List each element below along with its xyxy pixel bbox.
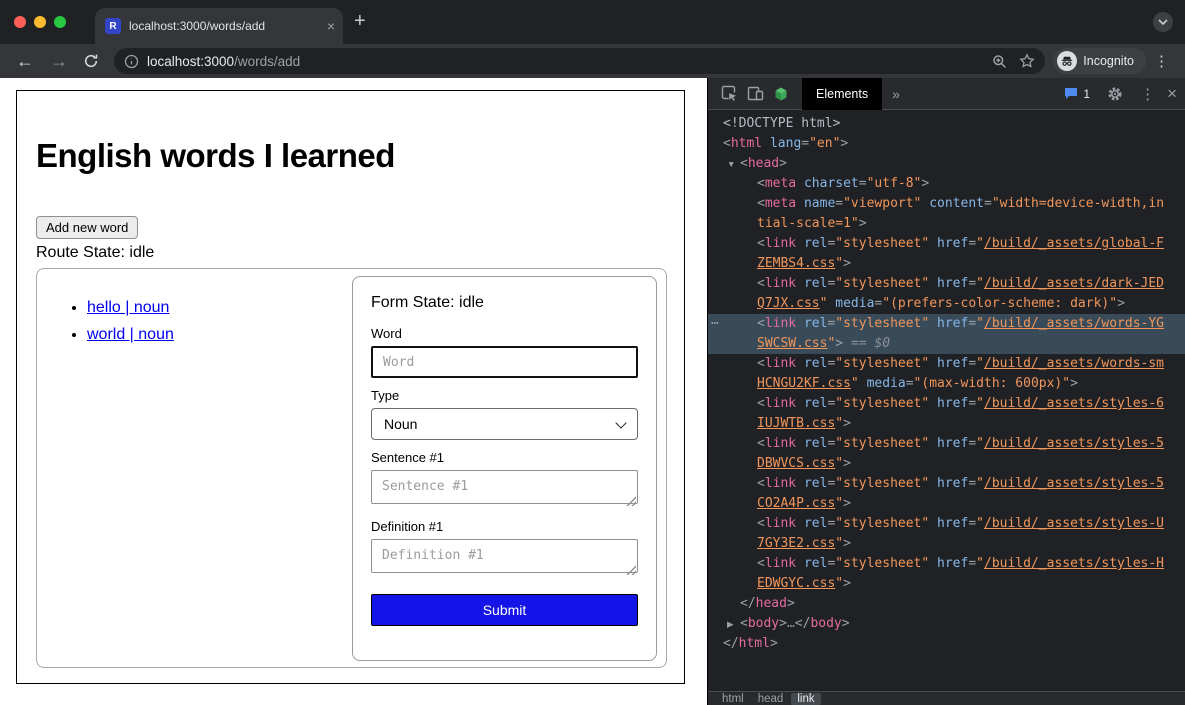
- tab-elements[interactable]: Elements: [802, 78, 882, 110]
- type-label: Type: [371, 388, 638, 403]
- sentence-label: Sentence #1: [371, 450, 638, 465]
- forward-button[interactable]: →: [50, 44, 68, 78]
- word-link[interactable]: world | noun: [87, 326, 174, 343]
- expand-node-icon[interactable]: ▶: [727, 614, 734, 634]
- add-word-form: Form State: idle Word Type Noun Sentence…: [352, 276, 657, 661]
- page-title: English words I learned: [36, 137, 395, 175]
- bookmark-star-icon[interactable]: [1019, 53, 1035, 69]
- code-line[interactable]: <link rel="stylesheet" href="/build/_ass…: [708, 554, 1185, 574]
- url-host: localhost:3000: [147, 54, 234, 69]
- issues-counter[interactable]: 1: [1064, 87, 1090, 101]
- zoom-icon[interactable]: [992, 54, 1007, 69]
- code-line[interactable]: <link rel="stylesheet" href="/build/_ass…: [708, 354, 1185, 374]
- issues-bubble-icon: [1064, 87, 1078, 100]
- node-menu-icon[interactable]: ⋯: [711, 314, 719, 334]
- code-line[interactable]: CO2A4P.css">: [708, 494, 1185, 514]
- window-controls: [14, 16, 66, 28]
- back-button[interactable]: ←: [16, 44, 34, 78]
- code-line[interactable]: ZEMBS4.css">: [708, 254, 1185, 274]
- devtools-close-icon[interactable]: ×: [1167, 85, 1177, 102]
- code-line[interactable]: 7GY3E2.css">: [708, 534, 1185, 554]
- code-line[interactable]: ▼<head>: [708, 154, 1185, 174]
- form-state-text: Form State: idle: [371, 294, 638, 312]
- app-container: English words I learned Add new word Rou…: [16, 90, 685, 684]
- tab-search-chevron-icon[interactable]: [1153, 12, 1173, 32]
- devtools-menu-icon[interactable]: ⋮: [1140, 85, 1155, 103]
- code-line[interactable]: <link rel="stylesheet" href="/build/_ass…: [708, 234, 1185, 254]
- word-input[interactable]: [371, 346, 638, 378]
- inspect-element-icon[interactable]: [716, 81, 742, 107]
- code-line[interactable]: <link rel="stylesheet" href="/build/_ass…: [708, 434, 1185, 454]
- new-tab-button[interactable]: +: [354, 11, 366, 31]
- code-line[interactable]: ⋯<link rel="stylesheet" href="/build/_as…: [708, 314, 1185, 334]
- add-new-word-button[interactable]: Add new word: [36, 216, 138, 239]
- submit-button[interactable]: Submit: [371, 594, 638, 626]
- word-label: Word: [371, 326, 638, 341]
- collapse-node-icon[interactable]: ▼: [727, 154, 735, 174]
- browser-menu-icon[interactable]: ⋮: [1154, 52, 1169, 70]
- tab-favicon-icon: R: [105, 18, 121, 34]
- word-list: hello | noun world | noun: [61, 299, 174, 353]
- minimize-window-button[interactable]: [34, 16, 46, 28]
- browser-toolbar: ← → localhost:3000/words/add Incognito ⋮: [0, 44, 1185, 78]
- url-path: /words/add: [234, 54, 300, 69]
- devtools-toolbar: Elements » 1 ⋮ ×: [708, 78, 1185, 110]
- breadcrumb-item[interactable]: link: [791, 693, 820, 705]
- breadcrumb-item[interactable]: head: [752, 693, 790, 705]
- browser-tab[interactable]: R localhost:3000/words/add ×: [95, 8, 343, 44]
- code-line[interactable]: HCNGU2KF.css" media="(max-width: 600px)"…: [708, 374, 1185, 394]
- code-line[interactable]: <link rel="stylesheet" href="/build/_ass…: [708, 394, 1185, 414]
- code-line[interactable]: IUJWTB.css">: [708, 414, 1185, 434]
- incognito-label: Incognito: [1083, 54, 1134, 68]
- close-window-button[interactable]: [14, 16, 26, 28]
- definition-textarea-wrap: [371, 539, 638, 578]
- code-line[interactable]: tial-scale=1">: [708, 214, 1185, 234]
- device-toolbar-icon[interactable]: [742, 81, 768, 107]
- titlebar: R localhost:3000/words/add × +: [0, 0, 1185, 44]
- code-line[interactable]: </html>: [708, 634, 1185, 654]
- code-line[interactable]: <html lang="en">: [708, 134, 1185, 154]
- tab-close-icon[interactable]: ×: [327, 18, 335, 34]
- type-select-wrap: Noun: [371, 408, 638, 440]
- incognito-badge: Incognito: [1053, 48, 1146, 74]
- address-bar[interactable]: localhost:3000/words/add: [114, 48, 1045, 74]
- code-line[interactable]: <meta name="viewport" content="width=dev…: [708, 194, 1185, 214]
- devtools-breadcrumbs: htmlheadlink: [708, 691, 1185, 705]
- sentence-textarea-wrap: [371, 470, 638, 509]
- code-line[interactable]: Q7JX.css" media="(prefers-color-scheme: …: [708, 294, 1185, 314]
- tab-title: localhost:3000/words/add: [129, 19, 321, 33]
- code-line[interactable]: </head>: [708, 594, 1185, 614]
- code-line[interactable]: ▶<body>…</body>: [708, 614, 1185, 634]
- code-line[interactable]: <link rel="stylesheet" href="/build/_ass…: [708, 514, 1185, 534]
- reload-button[interactable]: [83, 53, 99, 69]
- site-info-icon[interactable]: [124, 54, 139, 69]
- extension-cube-icon[interactable]: [768, 81, 794, 107]
- browser-window: R localhost:3000/words/add × + ← → local…: [0, 0, 1185, 705]
- route-state-text: Route State: idle: [36, 244, 154, 262]
- fullscreen-window-button[interactable]: [54, 16, 66, 28]
- code-line[interactable]: <link rel="stylesheet" href="/build/_ass…: [708, 474, 1185, 494]
- word-link[interactable]: hello | noun: [87, 299, 169, 316]
- definition-textarea[interactable]: [371, 539, 638, 573]
- page-content: English words I learned Add new word Rou…: [0, 78, 707, 705]
- definition-label: Definition #1: [371, 519, 638, 534]
- code-line[interactable]: <meta charset="utf-8">: [708, 174, 1185, 194]
- sentence-textarea[interactable]: [371, 470, 638, 504]
- words-card: hello | noun world | noun Form State: idl…: [36, 268, 667, 668]
- breadcrumb-item[interactable]: html: [716, 693, 750, 705]
- issues-count: 1: [1083, 87, 1090, 101]
- word-list-item: world | noun: [87, 326, 174, 344]
- code-line[interactable]: <link rel="stylesheet" href="/build/_ass…: [708, 274, 1185, 294]
- settings-gear-icon[interactable]: [1102, 81, 1128, 107]
- code-line[interactable]: SWCSW.css"> == $0: [708, 334, 1185, 354]
- code-line[interactable]: DBWVCS.css">: [708, 454, 1185, 474]
- code-line[interactable]: <!DOCTYPE html>: [708, 114, 1185, 134]
- incognito-icon: [1057, 51, 1077, 71]
- type-select[interactable]: Noun: [371, 408, 638, 440]
- code-line[interactable]: EDWGYC.css">: [708, 574, 1185, 594]
- devtools-code: <!DOCTYPE html><html lang="en">▼<head><m…: [708, 110, 1185, 691]
- devtools-panel: Elements » 1 ⋮ × <!DOCTYPE html><html la…: [707, 78, 1185, 705]
- more-panels-icon[interactable]: »: [892, 86, 900, 102]
- word-list-item: hello | noun: [87, 299, 174, 317]
